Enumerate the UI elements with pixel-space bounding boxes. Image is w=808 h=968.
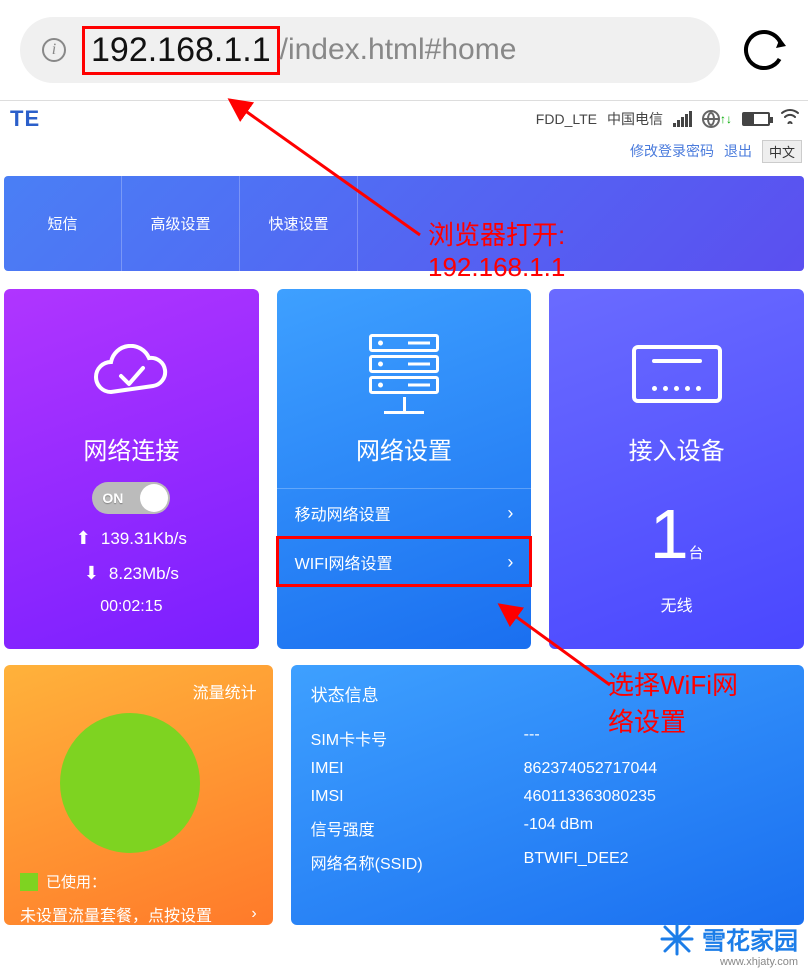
status-row-imsi: IMSI 460113363080235 — [311, 788, 784, 806]
signal-icon — [673, 111, 692, 127]
value: --- — [524, 726, 784, 750]
card-title: 网络连接 — [83, 431, 179, 466]
tab-quick[interactable]: 快速设置 — [240, 176, 358, 271]
label: 网络名称(SSID) — [311, 850, 524, 874]
connection-toggle[interactable]: ON — [92, 482, 170, 514]
server-icon — [369, 329, 439, 419]
link-change-password[interactable]: 修改登录密码 — [630, 141, 714, 161]
device-type-label: 无线 — [661, 592, 693, 616]
language-toggle[interactable]: 中文 — [762, 140, 802, 163]
value: -104 dBm — [524, 816, 784, 840]
snowflake-icon — [660, 922, 694, 956]
device-unit: 台 — [689, 542, 704, 563]
arrow-down-icon: ⬇ — [84, 563, 99, 584]
card-network-connection[interactable]: 网络连接 ON ⬆ 139.31Kb/s ⬇ 8.23Mb/s 00:02:15 — [4, 289, 259, 649]
cards-row2: 流量统计 已使用： 未设置流量套餐，点按设置 › 状态信息 SIM卡卡号 ---… — [4, 665, 804, 925]
chevron-right-icon: › — [251, 905, 256, 923]
legend-used: 已使用： — [20, 871, 257, 892]
tab-advanced[interactable]: 高级设置 — [122, 176, 240, 271]
arrow-up-icon: ⬆ — [76, 528, 91, 549]
status-bar: TE FDD_LTE 中国电信 ↑↓ — [0, 100, 808, 136]
wifi-icon — [780, 108, 800, 129]
upload-speed-row: ⬆ 139.31Kb/s — [76, 528, 187, 549]
link-wifi-network-settings[interactable]: WIFI网络设置 › — [277, 537, 532, 586]
reload-button[interactable] — [740, 26, 788, 74]
link-mobile-network-settings[interactable]: 移动网络设置 › — [277, 488, 532, 537]
toggle-knob — [140, 484, 168, 512]
card-status-info: 状态信息 SIM卡卡号 --- IMEI 862374052717044 IMS… — [291, 665, 804, 925]
upload-speed: 139.31Kb/s — [101, 529, 187, 549]
card-traffic-stats[interactable]: 流量统计 已使用： 未设置流量套餐，点按设置 › — [4, 665, 273, 925]
device-count: 1 — [650, 494, 689, 574]
value: 862374052717044 — [524, 760, 784, 778]
link-label: WIFI网络设置 — [295, 550, 393, 574]
device-icon — [632, 329, 722, 419]
carrier-label: 中国电信 — [607, 109, 663, 129]
link-label: 移动网络设置 — [295, 501, 391, 525]
tab-spacer — [358, 176, 804, 271]
legend-label: 已使用： — [46, 871, 106, 892]
tab-sms[interactable]: 短信 — [4, 176, 122, 271]
download-speed-row: ⬇ 8.23Mb/s — [84, 563, 179, 584]
card-title: 网络设置 — [356, 431, 452, 466]
chevron-right-icon: › — [507, 552, 513, 573]
cards-row: 网络连接 ON ⬆ 139.31Kb/s ⬇ 8.23Mb/s 00:02:15… — [4, 289, 804, 649]
traffic-msg-label: 未设置流量套餐，点按设置 — [20, 902, 212, 926]
url-path: /index.html#home — [280, 33, 517, 67]
url-field[interactable]: i 192.168.1.1 /index.html#home — [20, 17, 720, 83]
traffic-setup-link[interactable]: 未设置流量套餐，点按设置 › — [20, 902, 257, 926]
status-row-signal: 信号强度 -104 dBm — [311, 816, 784, 840]
status-row-imei: IMEI 862374052717044 — [311, 760, 784, 778]
connection-duration: 00:02:15 — [100, 598, 162, 616]
chevron-right-icon: › — [507, 503, 513, 524]
network-mode: FDD_LTE — [536, 111, 597, 127]
card-network-settings: 网络设置 移动网络设置 › WIFI网络设置 › — [277, 289, 532, 649]
logo: TE — [8, 106, 40, 132]
battery-icon — [742, 112, 770, 126]
link-logout[interactable]: 退出 — [724, 141, 752, 161]
status-row-sim: SIM卡卡号 --- — [311, 726, 784, 750]
url-ip-highlighted: 192.168.1.1 — [82, 26, 280, 75]
info-icon: i — [42, 38, 66, 62]
card-title: 状态信息 — [311, 681, 784, 706]
data-arrows-icon: ↑↓ — [720, 112, 732, 126]
watermark: 雪花家园 www.xhjaty.com — [660, 921, 798, 956]
status-row-ssid: 网络名称(SSID) BTWIFI_DEE2 — [311, 850, 784, 874]
value: 460113363080235 — [524, 788, 784, 806]
toggle-label: ON — [102, 490, 123, 506]
browser-address-bar: i 192.168.1.1 /index.html#home — [0, 0, 808, 100]
label: 信号强度 — [311, 816, 524, 840]
card-connected-devices[interactable]: 接入设备 1 台 无线 — [549, 289, 804, 649]
label: IMSI — [311, 788, 524, 806]
card-title: 流量统计 — [20, 679, 257, 703]
globe-icon — [702, 110, 720, 128]
value: BTWIFI_DEE2 — [524, 850, 784, 874]
legend-swatch — [20, 873, 38, 891]
main-nav: 短信 高级设置 快速设置 — [4, 176, 804, 271]
label: SIM卡卡号 — [311, 726, 524, 750]
traffic-pie-chart — [60, 713, 200, 853]
card-title: 接入设备 — [629, 431, 725, 466]
cloud-check-icon — [86, 329, 176, 419]
watermark-url: www.xhjaty.com — [720, 956, 798, 968]
watermark-text: 雪花家园 — [702, 921, 798, 956]
download-speed: 8.23Mb/s — [109, 564, 179, 584]
secondary-bar: 修改登录密码 退出 中文 — [0, 136, 808, 166]
label: IMEI — [311, 760, 524, 778]
